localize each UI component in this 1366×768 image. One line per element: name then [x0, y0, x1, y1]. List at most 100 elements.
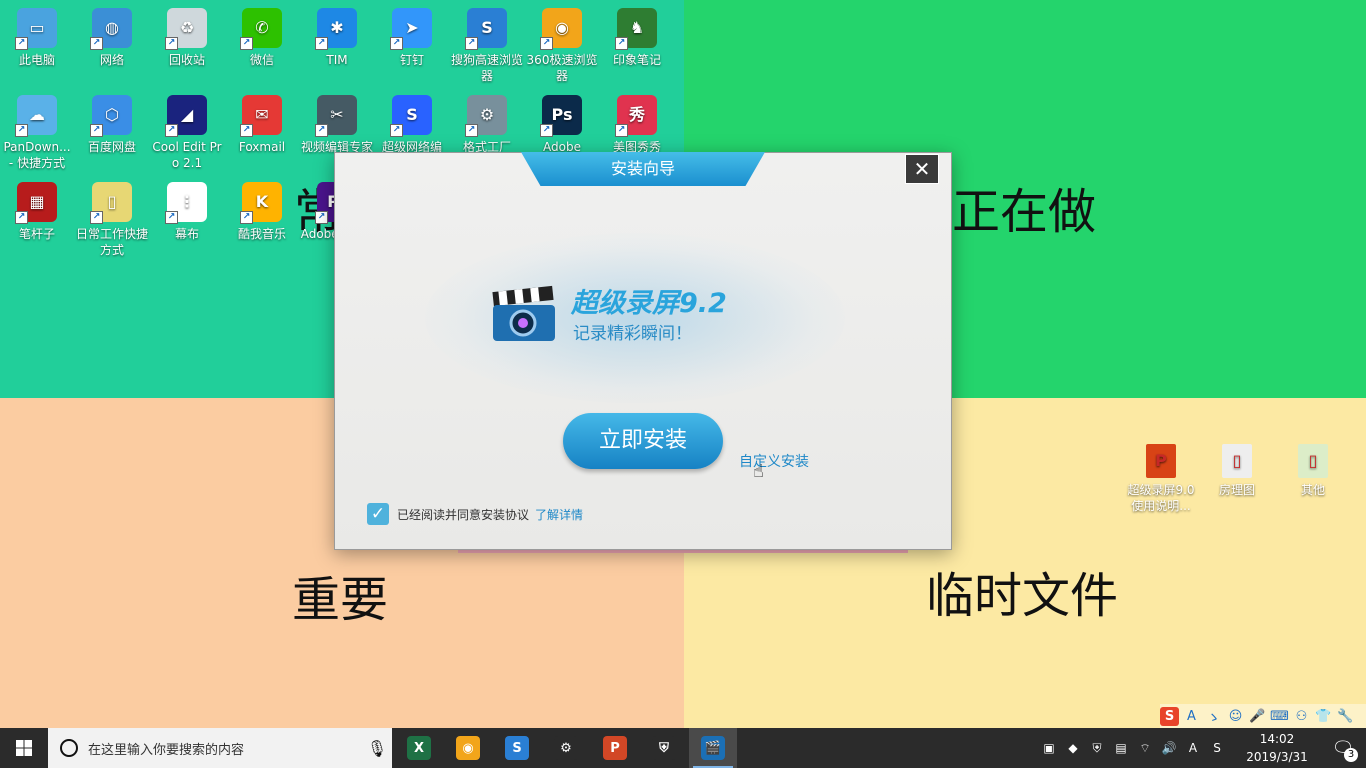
- desktop-icon[interactable]: Ps ↗ Adobe: [525, 87, 599, 155]
- desktop-icon[interactable]: ✉ ↗ Foxmail: [225, 87, 299, 155]
- taskbar: 在这里输入你要搜索的内容 🎙 X ◉ S ⚙ P ⛨ 🎬 ▣ ◆ ⛨ ▤ ⌔ 🔊 A S 14:02 20…: [0, 728, 1366, 768]
- taskbar-app-security[interactable]: ⛨: [640, 728, 688, 768]
- desktop-icon[interactable]: S ↗ 超级网络编: [375, 87, 449, 155]
- ime-tool-icon[interactable]: ⌨: [1270, 707, 1289, 726]
- tray-icon[interactable]: S: [1206, 728, 1228, 768]
- app-glyph: ♻: [179, 18, 195, 37]
- app-icon: ◉ ↗: [540, 8, 582, 50]
- zone-label-temp-files: 临时文件: [926, 568, 1119, 624]
- desktop-icon[interactable]: ✆ ↗ 微信: [225, 0, 299, 68]
- shortcut-arrow-icon: ↗: [465, 37, 478, 50]
- taskbar-app-screen-recorder[interactable]: 🎬: [689, 728, 737, 768]
- shortcut-arrow-icon: ↗: [90, 37, 103, 50]
- desktop-icon[interactable]: ♞ ↗ 印象笔记: [600, 0, 674, 68]
- desktop-icon[interactable]: ⋮ ↗ 幕布: [150, 174, 224, 242]
- custom-install-link[interactable]: 自定义安装: [739, 451, 809, 471]
- shortcut-arrow-icon: ↗: [90, 124, 103, 137]
- app-glyph: ⋮: [179, 192, 195, 211]
- start-button[interactable]: [0, 728, 48, 768]
- desktop-icon-label: 回收站: [168, 53, 205, 67]
- shortcut-arrow-icon: ↗: [240, 211, 253, 224]
- close-button[interactable]: ✕: [905, 154, 939, 184]
- desktop-icon[interactable]: ♻ ↗ 回收站: [150, 0, 224, 68]
- app-glyph: ◍: [105, 18, 119, 37]
- system-clock[interactable]: 14:02 2019/3/31: [1244, 730, 1310, 766]
- agreement-checkbox[interactable]: ✓: [367, 503, 389, 525]
- details-link[interactable]: 了解详情: [535, 506, 583, 523]
- agreement-text: 已经阅读并同意安装协议: [397, 507, 530, 522]
- shortcut-arrow-icon: ↗: [390, 37, 403, 50]
- desktop-icon[interactable]: ▦ ↗ 笔杆子: [0, 174, 74, 242]
- desktop-icon[interactable]: ➤ ↗ 钉钉: [375, 0, 449, 68]
- ime-tool-icon[interactable]: 🎤: [1248, 707, 1267, 726]
- app-icon: ✂ ↗: [315, 95, 357, 137]
- app-glyph: Ps: [551, 105, 573, 124]
- app-glyph: 秀: [628, 105, 645, 124]
- action-center-button[interactable]: 🗨 3: [1320, 728, 1366, 768]
- app-glyph: ⛨: [659, 740, 669, 756]
- desktop-icon[interactable]: K ↗ 酷我音乐: [225, 174, 299, 242]
- desktop-icon-label: 酷我音乐: [237, 227, 286, 241]
- desktop-icon-label: Cool Edit Pro 2.1: [152, 140, 222, 170]
- desktop-file-icon[interactable]: ▯ 房理图: [1200, 436, 1274, 498]
- app-glyph: ♞: [629, 18, 645, 37]
- tray-icon[interactable]: ◆: [1062, 728, 1084, 768]
- taskbar-app-sogou-browser[interactable]: S: [493, 728, 541, 768]
- desktop-icon[interactable]: ◢ ↗ Cool Edit Pro 2.1: [150, 87, 224, 171]
- app-glyph: ✉: [255, 105, 269, 124]
- ime-tool-icon[interactable]: 🔧: [1336, 707, 1355, 726]
- app-glyph: ◢: [180, 105, 194, 124]
- app-glyph: ☁: [29, 105, 45, 124]
- desktop-icon[interactable]: ✱ ↗ TIM: [300, 0, 374, 68]
- settings-icon: ⚙: [554, 736, 578, 760]
- tray-icon[interactable]: 🔊: [1158, 728, 1180, 768]
- app-icon: ▯ ↗: [90, 182, 132, 224]
- microphone-icon[interactable]: 🎙: [362, 739, 392, 758]
- desktop-icon[interactable]: ⚙ ↗ 格式工厂: [450, 87, 524, 155]
- shortcut-arrow-icon: ↗: [165, 211, 178, 224]
- app-glyph: S: [481, 18, 493, 37]
- shortcut-arrow-icon: ↗: [315, 211, 328, 224]
- shortcut-arrow-icon: ↗: [615, 37, 628, 50]
- desktop-icon[interactable]: ◉ ↗ 360极速浏览器: [525, 0, 599, 84]
- ime-tool-icon[interactable]: ⚇: [1292, 707, 1311, 726]
- app-glyph: ⚙: [479, 105, 495, 124]
- ime-tool-icon[interactable]: A: [1182, 707, 1201, 726]
- desktop-file-icon[interactable]: P 超级录屏9.0使用说明...: [1124, 436, 1198, 514]
- taskbar-app-settings[interactable]: ⚙: [542, 728, 590, 768]
- ime-tool-icon[interactable]: S: [1160, 706, 1179, 726]
- tray-icon[interactable]: ⌔: [1134, 728, 1156, 768]
- desktop-icon[interactable]: ☁ ↗ PanDown... - 快捷方式: [0, 87, 74, 171]
- tray-icon[interactable]: ▣: [1038, 728, 1060, 768]
- screen-recorder-icon: 🎬: [701, 736, 725, 760]
- shortcut-arrow-icon: ↗: [540, 124, 553, 137]
- tray-icon[interactable]: A: [1182, 728, 1204, 768]
- taskbar-app-powerpoint[interactable]: P: [591, 728, 639, 768]
- desktop-icon[interactable]: S ↗ 搜狗高速浏览器: [450, 0, 524, 84]
- ime-tool-icon[interactable]: 👕: [1314, 707, 1333, 726]
- desktop-icon[interactable]: ▯ ↗ 日常工作快捷方式: [75, 174, 149, 258]
- tray-icon[interactable]: ▤: [1110, 728, 1132, 768]
- desktop-icon[interactable]: ✂ ↗ 视频编辑专家: [300, 87, 374, 155]
- taskbar-app-excel[interactable]: X: [395, 728, 443, 768]
- taskbar-app-360-browser[interactable]: ◉: [444, 728, 492, 768]
- product-slogan: 记录精彩瞬间！: [573, 324, 692, 344]
- app-glyph: S: [406, 105, 418, 124]
- install-now-button[interactable]: 立即安装: [563, 413, 723, 469]
- desktop-icon[interactable]: ▭ ↗ 此电脑: [0, 0, 74, 68]
- app-icon: ☁ ↗: [15, 95, 57, 137]
- app-icon: ✆ ↗: [240, 8, 282, 50]
- ime-tool-icon[interactable]: ゝ: [1204, 707, 1223, 726]
- app-icon: ♞ ↗: [615, 8, 657, 50]
- desktop-icon-label: TIM: [326, 53, 348, 67]
- desktop-icon[interactable]: ⬡ ↗ 百度网盘: [75, 87, 149, 155]
- desktop-file-icon[interactable]: ▯ 其他: [1276, 436, 1350, 498]
- ime-tool-icon[interactable]: ☺: [1226, 707, 1245, 726]
- desktop-icon[interactable]: ◍ ↗ 网络: [75, 0, 149, 68]
- taskbar-search-box[interactable]: 在这里输入你要搜索的内容 🎙: [48, 728, 392, 768]
- desktop-icon[interactable]: 秀 ↗ 美图秀秀: [600, 87, 674, 155]
- shortcut-arrow-icon: ↗: [165, 124, 178, 137]
- app-glyph: ⬡: [105, 105, 119, 124]
- tray-icon[interactable]: ⛨: [1086, 728, 1108, 768]
- desktop-icon-label: Foxmail: [238, 140, 286, 154]
